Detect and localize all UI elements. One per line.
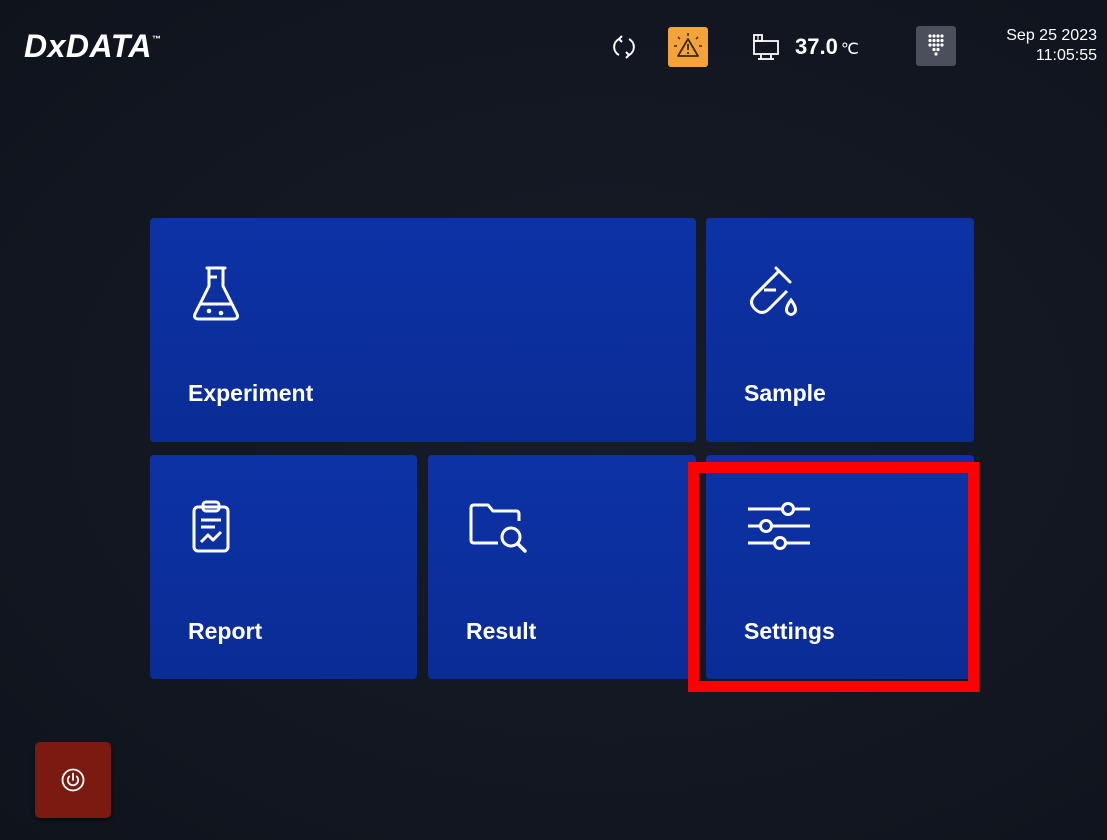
flask-icon bbox=[190, 262, 242, 329]
sliders-icon bbox=[746, 499, 812, 560]
experiment-tile[interactable]: Experiment bbox=[150, 218, 696, 442]
power-icon bbox=[61, 768, 85, 792]
report-label: Report bbox=[188, 618, 263, 644]
keypad-button[interactable] bbox=[916, 26, 956, 66]
incubator-icon[interactable] bbox=[752, 33, 780, 61]
warning-icon bbox=[674, 33, 702, 57]
app-logo: DxDATA™ bbox=[24, 28, 162, 65]
experiment-label: Experiment bbox=[188, 380, 314, 406]
test-tube-icon bbox=[746, 262, 802, 327]
settings-tile[interactable]: Settings bbox=[706, 455, 974, 679]
result-tile[interactable]: Result bbox=[428, 455, 696, 679]
sample-label: Sample bbox=[744, 380, 826, 406]
report-tile[interactable]: Report bbox=[150, 455, 417, 679]
clipboard-chart-icon bbox=[190, 499, 234, 562]
temperature-value: 37.0 bbox=[795, 34, 838, 59]
sync-icon[interactable] bbox=[612, 34, 636, 60]
temperature-unit: ℃ bbox=[840, 41, 859, 58]
folder-search-icon bbox=[468, 499, 532, 562]
sample-tile[interactable]: Sample bbox=[706, 218, 974, 442]
temperature-readout: 37.0 ℃ bbox=[795, 34, 859, 60]
logo-text: DxDATA bbox=[24, 28, 153, 64]
alert-button[interactable] bbox=[668, 27, 708, 67]
datetime-display: Sep 25 2023 11:05:55 bbox=[1006, 26, 1097, 66]
power-button[interactable] bbox=[35, 742, 111, 818]
settings-label: Settings bbox=[744, 618, 835, 644]
home-screen: DxDATA™ 37.0 ℃ Sep 25 2023 11:05:55 Expe… bbox=[0, 0, 1107, 840]
date-text: Sep 25 2023 bbox=[1006, 27, 1097, 44]
keypad-icon bbox=[928, 34, 944, 56]
logo-trademark: ™ bbox=[152, 34, 162, 44]
result-label: Result bbox=[466, 618, 537, 644]
time-text: 11:05:55 bbox=[1035, 47, 1097, 64]
